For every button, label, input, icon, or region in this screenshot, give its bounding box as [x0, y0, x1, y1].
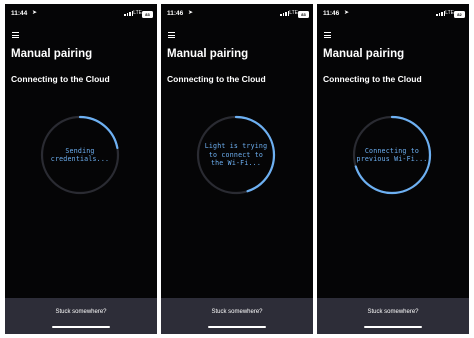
- home-indicator: [52, 326, 110, 328]
- stuck-help-link[interactable]: Stuck somewhere?: [317, 309, 469, 315]
- status-time: 11:44: [11, 10, 28, 17]
- status-time: 11:46: [167, 10, 184, 17]
- location-arrow-icon: ➤: [344, 10, 350, 16]
- status-bar: 11:44 ➤ LTE 83: [5, 10, 157, 20]
- signal-bars-icon: [436, 11, 445, 16]
- progress-ring: Light is trying to connect to the Wi-Fi.…: [191, 110, 281, 200]
- battery-icon: 83: [142, 11, 153, 18]
- page-title: Manual pairing: [167, 48, 249, 60]
- page-subtitle: Connecting to the Cloud: [11, 74, 110, 84]
- phone-screen-1: 11:44 ➤ LTE 83 Manual pairing Connecting…: [5, 4, 157, 334]
- status-bar: 11:46 ➤ LTE 83: [161, 10, 313, 20]
- network-type: LTE: [445, 10, 454, 16]
- home-indicator: [208, 326, 266, 328]
- progress-status-text: Sending credentials...: [50, 146, 110, 164]
- hamburger-icon[interactable]: [12, 32, 19, 40]
- status-bar: 11:46 ➤ LTE 82: [317, 10, 469, 20]
- battery-icon: 82: [454, 11, 465, 18]
- progress-status-text: Connecting to previous Wi-Fi...: [356, 146, 428, 164]
- page-subtitle: Connecting to the Cloud: [167, 74, 266, 84]
- network-type: LTE: [289, 10, 298, 16]
- bottom-bar: Stuck somewhere?: [5, 298, 157, 334]
- bottom-bar: Stuck somewhere?: [161, 298, 313, 334]
- stuck-help-link[interactable]: Stuck somewhere?: [161, 309, 313, 315]
- signal-bars-icon: [124, 11, 133, 16]
- status-time: 11:46: [323, 10, 340, 17]
- page-title: Manual pairing: [11, 48, 93, 60]
- progress-status-text: Light is trying to connect to the Wi-Fi.…: [204, 142, 268, 168]
- page-title: Manual pairing: [323, 48, 405, 60]
- progress-ring: Connecting to previous Wi-Fi...: [347, 110, 437, 200]
- signal-bars-icon: [280, 11, 289, 16]
- hamburger-icon[interactable]: [168, 32, 175, 40]
- location-arrow-icon: ➤: [32, 10, 38, 16]
- battery-icon: 83: [298, 11, 309, 18]
- hamburger-icon[interactable]: [324, 32, 331, 40]
- progress-ring: Sending credentials...: [35, 110, 125, 200]
- bottom-bar: Stuck somewhere?: [317, 298, 469, 334]
- stuck-help-link[interactable]: Stuck somewhere?: [5, 309, 157, 315]
- home-indicator: [364, 326, 422, 328]
- phone-screen-2: 11:46 ➤ LTE 83 Manual pairing Connecting…: [161, 4, 313, 334]
- phone-screen-3: 11:46 ➤ LTE 82 Manual pairing Connecting…: [317, 4, 469, 334]
- location-arrow-icon: ➤: [188, 10, 194, 16]
- page-subtitle: Connecting to the Cloud: [323, 74, 422, 84]
- network-type: LTE: [133, 10, 142, 16]
